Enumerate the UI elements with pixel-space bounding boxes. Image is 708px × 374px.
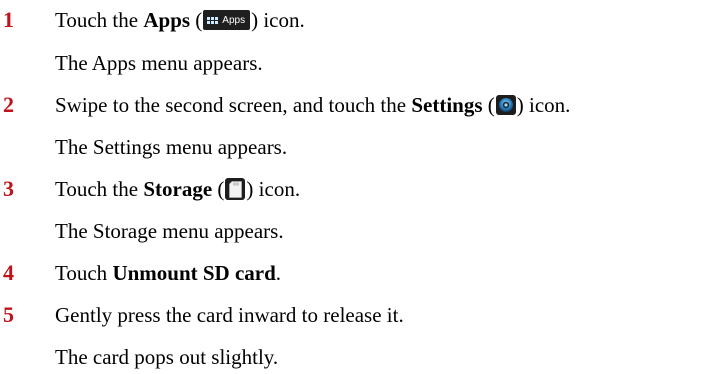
- settings-gear-icon: [498, 98, 513, 112]
- step-instruction: Gently press the card inward to release …: [55, 302, 404, 327]
- instruction-text: Swipe to the second screen, and touch th…: [55, 92, 412, 117]
- paren-close: ) icon.: [246, 176, 301, 201]
- result-text: The Settings menu appears.: [55, 134, 288, 159]
- apps-label: Apps: [143, 7, 191, 32]
- paren-close: ) icon.: [251, 7, 305, 32]
- step-number: 2: [3, 92, 14, 117]
- result-text: The Storage menu appears.: [55, 218, 284, 243]
- paren-close: ) icon.: [516, 92, 571, 117]
- sd-card-icon: [225, 178, 246, 200]
- result-text: The Apps menu appears.: [55, 50, 263, 75]
- apps-icon: Apps: [203, 10, 251, 30]
- sd-card-shape-icon: [229, 180, 242, 198]
- instruction-text: Touch: [55, 260, 113, 285]
- paren-open: (: [190, 7, 203, 32]
- paren-open: (: [482, 92, 495, 117]
- step-instruction: Touch Unmount SD card.: [55, 261, 281, 286]
- settings-icon: [495, 95, 516, 115]
- apps-icon-label: Apps: [222, 14, 246, 26]
- result-text: The card pops out slightly.: [55, 344, 279, 369]
- step-number: 5: [3, 302, 14, 327]
- step-number: 1: [3, 7, 14, 32]
- period: .: [275, 260, 282, 285]
- storage-label: Storage: [143, 176, 213, 201]
- settings-label: Settings: [411, 92, 483, 117]
- instruction-text: Touch the: [55, 7, 144, 32]
- paren-open: (: [212, 176, 225, 201]
- unmount-sd-card-label: Unmount SD card: [112, 260, 276, 285]
- step-number: 4: [3, 260, 14, 285]
- step-instruction: Swipe to the second screen, and touch th…: [55, 93, 570, 118]
- step-instruction: Touch the Storage ( ) icon.: [55, 177, 300, 202]
- instruction-text: Touch the: [55, 176, 144, 201]
- apps-grid-icon: [207, 16, 219, 24]
- step-number: 3: [3, 176, 14, 201]
- step-instruction: Touch the Apps (Apps) icon.: [55, 8, 305, 33]
